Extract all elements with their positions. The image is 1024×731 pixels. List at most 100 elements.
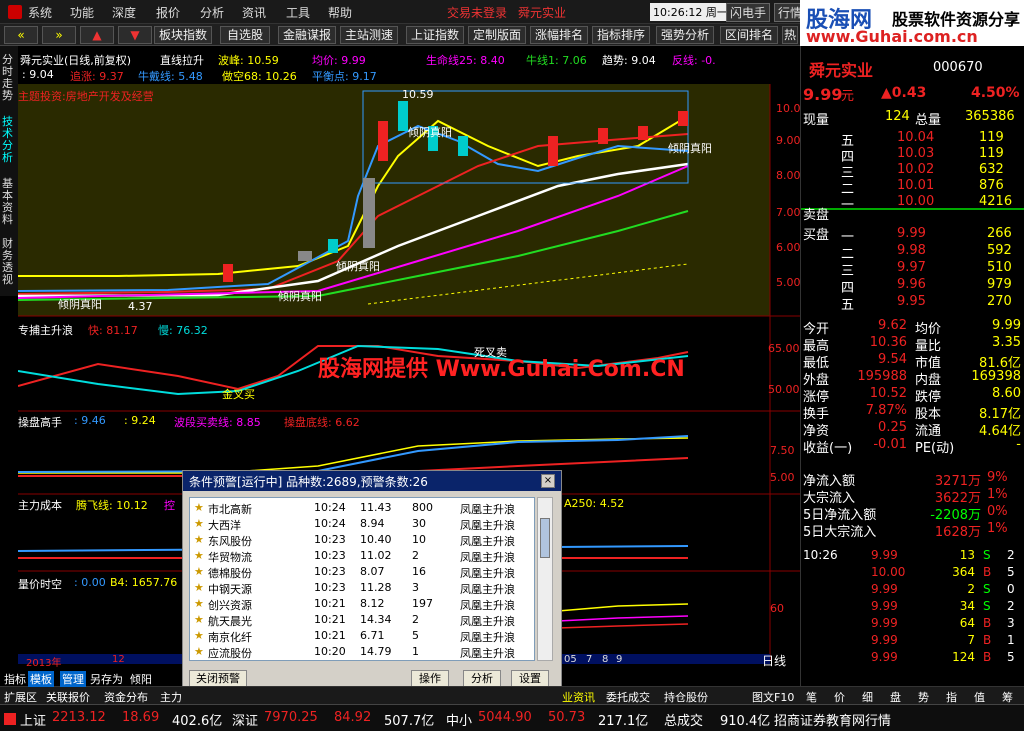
list-item[interactable]: ★ 应流股份 10:20 14.79 1 凤凰主升浪 — [190, 644, 534, 660]
tab-ext[interactable]: 扩展区 — [4, 689, 37, 705]
zx-value: 5044.90 — [478, 710, 532, 725]
up-arrow-icon[interactable]: ▲ — [80, 26, 114, 44]
list-item[interactable]: ★ 华贸物流 10:23 11.02 2 凤凰主升浪 — [190, 548, 534, 564]
menu-news[interactable]: 资讯 — [242, 4, 266, 21]
quote-tab[interactable]: 盘 — [890, 689, 901, 705]
quote-tab[interactable]: 价 — [834, 689, 845, 705]
buy-level: 五 — [841, 298, 855, 313]
indicator-sort-button[interactable]: 指标排序 — [592, 26, 650, 44]
scrollbar[interactable] — [537, 497, 553, 661]
quote-tab[interactable]: 细 — [862, 689, 873, 705]
tab-intraday[interactable]: 分时走势 — [2, 54, 16, 102]
period-label[interactable]: 日线 — [762, 652, 786, 669]
alert-strategy: 凤凰主升浪 — [460, 615, 515, 628]
sz-change: 84.92 — [334, 710, 372, 725]
alert-list[interactable]: ★ 市北高新 10:24 11.43 800 凤凰主升浪 ★ 大西洋 10:24 8.94 30 凤凰… — [189, 497, 535, 661]
alert-volume: 2 — [412, 613, 419, 626]
menu-quote[interactable]: 报价 — [156, 4, 180, 21]
watermark: 股海网提供 Www.Guhai.Com.CN — [318, 357, 685, 382]
speed-test-button[interactable]: 主站测速 — [340, 26, 398, 44]
quote-tab[interactable]: 势 — [918, 689, 929, 705]
stat-value: 169398 — [971, 369, 1021, 384]
sh-index-button[interactable]: 上证指数 — [406, 26, 464, 44]
dialog-title[interactable]: 条件预警[运行中] 品种数:2689,预警条数:26 — [183, 471, 561, 491]
price-tick: 5.00 — [776, 276, 801, 289]
tab-technical[interactable]: 技术分析 — [2, 116, 16, 164]
menu-analysis[interactable]: 分析 — [200, 4, 224, 21]
alert-dialog[interactable]: 条件预警[运行中] 品种数:2689,预警条数:26 × ★ 市北高新 10:24 1… — [182, 470, 562, 690]
prev-page-icon[interactable]: « — [4, 26, 38, 44]
total-vol: 365386 — [965, 109, 1015, 124]
tab-related[interactable]: 关联报价 — [46, 689, 90, 705]
flash-trade-button[interactable]: 闪电手 — [726, 3, 771, 22]
tick-volume: 7 — [967, 633, 975, 647]
range-rank-button[interactable]: 区间排名 — [720, 26, 778, 44]
menu-function[interactable]: 功能 — [70, 4, 94, 21]
strength-analysis-button[interactable]: 强势分析 — [656, 26, 714, 44]
tab-f10[interactable]: 图文F10 — [752, 689, 794, 705]
sub2-tick: 5.00 — [770, 471, 795, 484]
buy-label: 买盘 — [803, 228, 830, 243]
tab-position[interactable]: 持仓股份 — [664, 689, 708, 705]
next-page-icon[interactable]: » — [42, 26, 76, 44]
list-item[interactable]: ★ 东风股份 10:23 10.40 10 凤凰主升浪 — [190, 532, 534, 548]
sector-index-button[interactable]: 板块指数 — [154, 26, 212, 44]
tab-order[interactable]: 委托成交 — [606, 689, 650, 705]
stat-label: 收益(一) — [803, 441, 853, 456]
menu-system[interactable]: 系统 — [28, 4, 52, 21]
alert-time: 10:21 — [314, 613, 346, 626]
list-item[interactable]: ★ 德棉股份 10:23 8.07 16 凤凰主升浪 — [190, 564, 534, 580]
sub4-yellow-line — [557, 603, 689, 612]
list-item[interactable]: ★ 航天晨光 10:21 14.34 2 凤凰主升浪 — [190, 612, 534, 628]
tab-main[interactable]: 主力 — [160, 689, 182, 705]
quote-tab[interactable]: 筹 — [1002, 689, 1013, 705]
hot-button[interactable]: 热 — [782, 26, 798, 44]
list-item[interactable]: ★ 市北高新 10:24 11.43 800 凤凰主升浪 — [190, 500, 534, 516]
golden-cross-label: 金叉买 — [222, 388, 255, 401]
alert-price: 8.12 — [360, 597, 385, 610]
tick-price: 9.99 — [871, 616, 898, 630]
alert-volume: 30 — [412, 517, 426, 530]
tab-manage[interactable]: 管理 — [60, 671, 86, 687]
chart-title: 舜元实业(日线,前复权) — [20, 54, 132, 67]
tab-fund[interactable]: 资金分布 — [104, 689, 148, 705]
list-item[interactable]: ★ 南京化纤 10:21 6.71 5 凤凰主升浪 — [190, 628, 534, 644]
sz-label: 深证 — [232, 714, 259, 729]
login-status[interactable]: 交易未登录 — [447, 4, 507, 21]
list-item[interactable]: ★ 大西洋 10:24 8.94 30 凤凰主升浪 — [190, 516, 534, 532]
star-icon: ★ — [194, 533, 204, 546]
volume-row: 现量 124 总量 365386 — [801, 108, 1024, 128]
tab-news[interactable]: 业资讯 — [562, 689, 595, 705]
watchlist-button[interactable]: 自选股 — [220, 26, 270, 44]
date-num: 7 — [586, 654, 593, 665]
list-item[interactable]: ★ 创兴资源 10:21 8.12 197 凤凰主升浪 — [190, 596, 534, 612]
tick-side: B — [983, 650, 992, 664]
menu-depth[interactable]: 深度 — [112, 4, 136, 21]
quote-tab[interactable]: 指 — [946, 689, 957, 705]
gain-rank-button[interactable]: 涨幅排名 — [530, 26, 588, 44]
tick-side: B — [983, 565, 992, 579]
alert-price: 14.34 — [360, 613, 392, 626]
date-num: 8 — [602, 654, 609, 665]
close-icon[interactable]: × — [541, 474, 555, 488]
menu-tools[interactable]: 工具 — [286, 4, 310, 21]
list-item[interactable]: ★ 中钢天源 10:23 11.28 3 凤凰主升浪 — [190, 580, 534, 596]
tab-saveas[interactable]: 另存为 — [90, 671, 123, 687]
tab-finance[interactable]: 财务透视 — [2, 238, 16, 286]
quote-code: 000670 — [933, 60, 983, 75]
down-arrow-icon[interactable]: ▼ — [118, 26, 152, 44]
finance-button[interactable]: 金融谋报 — [278, 26, 336, 44]
tab-template[interactable]: 模板 — [28, 671, 54, 687]
banner-url: www.Guhai.com.cn — [806, 27, 978, 46]
menu-help[interactable]: 帮助 — [328, 4, 352, 21]
custom-layout-button[interactable]: 定制版面 — [468, 26, 526, 44]
tab-indicator[interactable]: 指标 — [4, 671, 26, 687]
scroll-thumb[interactable] — [540, 518, 550, 558]
last-price: 9.99 — [803, 85, 843, 104]
tab-profile[interactable]: 基本资料 — [2, 178, 16, 226]
app-icon[interactable] — [8, 5, 22, 19]
alert-strategy: 凤凰主升浪 — [460, 567, 515, 580]
tab-yang[interactable]: 倾阳 — [130, 671, 152, 687]
quote-tab[interactable]: 笔 — [806, 689, 817, 705]
quote-tab[interactable]: 值 — [974, 689, 985, 705]
